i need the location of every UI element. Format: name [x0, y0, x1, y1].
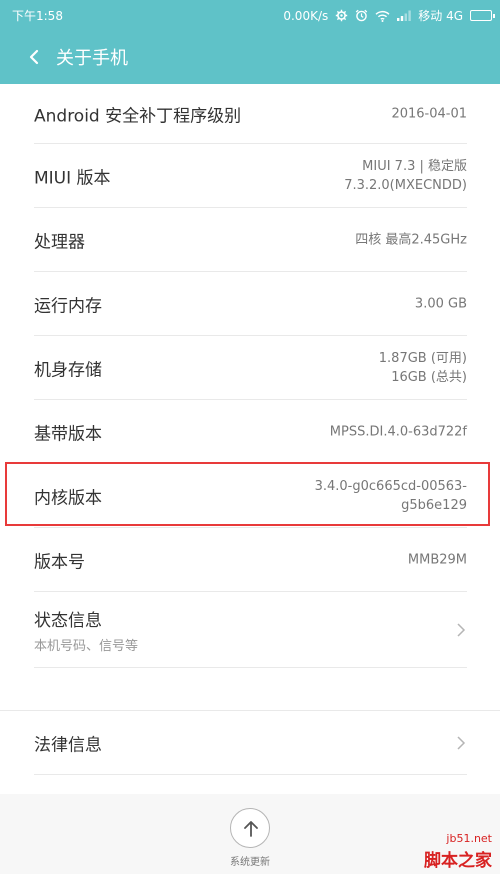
row-value: MIUI 7.3 | 稳定版 7.3.2.0(MXECNDD): [344, 157, 467, 195]
watermark-site: jb51.net: [446, 832, 492, 845]
row-label: 处理器: [34, 232, 85, 253]
row-value: MPSS.DI.4.0-63d722f: [330, 423, 467, 442]
row-legal-info[interactable]: 法律信息: [0, 711, 500, 775]
row-value-line: 1.87GB (可用): [378, 351, 467, 366]
watermark: jb51.net 脚本之家: [384, 832, 492, 871]
status-time: 下午1:58: [12, 9, 63, 23]
row-value: 四核 最高2.45GHz: [355, 231, 467, 250]
row-label: 法律信息: [34, 735, 102, 756]
row-ram: 运行内存 3.00 GB: [0, 272, 500, 336]
row-label: 版本号: [34, 552, 85, 573]
title-bar: 关于手机: [0, 30, 500, 84]
row-value-line: 四核 最高2.45GHz: [355, 232, 467, 248]
row-label: Android 安全补丁程序级别: [34, 106, 242, 127]
battery-icon: [470, 10, 495, 21]
row-processor: 处理器 四核 最高2.45GHz: [0, 208, 500, 272]
row-value-line: MMB29M: [407, 552, 467, 568]
row-baseband: 基带版本 MPSS.DI.4.0-63d722f: [0, 400, 500, 464]
gear-icon: [335, 9, 348, 22]
divider: [34, 774, 467, 775]
row-value: 3.00 GB: [415, 295, 467, 314]
row-value-line: 2016-04-01: [391, 106, 467, 122]
row-label-group: 状态信息 本机号码、信号等: [34, 606, 138, 654]
row-value: MMB29M: [408, 551, 467, 570]
row-miui-version: MIUI 版本 MIUI 7.3 | 稳定版 7.3.2.0(MXECNDD): [0, 144, 500, 208]
page-title: 关于手机: [56, 48, 128, 69]
row-security-patch: Android 安全补丁程序级别 2016-04-01: [0, 84, 500, 144]
system-update-button[interactable]: [230, 808, 270, 848]
signal-icon: [397, 10, 412, 21]
row-label: 运行内存: [34, 296, 102, 317]
row-storage: 机身存储 1.87GB (可用) 16GB (总共): [0, 336, 500, 400]
row-label: MIUI 版本: [34, 168, 111, 189]
chevron-right-icon: [457, 623, 466, 637]
status-bar: 下午1:58 0.00K/s 移动 4G: [0, 0, 500, 30]
row-value-line: 3.00 GB: [414, 296, 467, 312]
row-value-line: MIUI 7.3 | 稳定版: [362, 159, 467, 174]
watermark-name: 脚本之家: [424, 851, 492, 871]
status-indicators: 0.00K/s 移动 4G: [283, 7, 495, 24]
app-header: 下午1:58 0.00K/s 移动 4G 关于手机: [0, 0, 500, 84]
divider: [34, 667, 467, 668]
row-label: 机身存储: [34, 360, 102, 381]
about-phone-list: Android 安全补丁程序级别 2016-04-01 MIUI 版本 MIUI…: [0, 84, 500, 794]
row-sublabel: 本机号码、信号等: [34, 639, 139, 654]
row-value-line: 7.3.2.0(MXECNDD): [344, 178, 467, 193]
arrow-up-icon: [244, 821, 258, 837]
network-speed: 0.00K/s: [283, 8, 329, 23]
alarm-clock-icon: [355, 9, 368, 22]
row-label: 基带版本: [34, 424, 102, 445]
row-value: 2016-04-01: [391, 105, 467, 124]
back-button[interactable]: [20, 42, 50, 72]
row-label: 状态信息: [34, 611, 102, 631]
row-build-number[interactable]: 版本号 MMB29M: [0, 528, 500, 592]
row-value-line: 16GB (总共): [391, 370, 467, 385]
row-value-line: MPSS.DI.4.0-63d722f: [329, 424, 467, 440]
chevron-left-icon: [29, 49, 39, 65]
row-status-info[interactable]: 状态信息 本机号码、信号等: [0, 592, 500, 668]
chevron-right-icon: [457, 736, 466, 750]
wifi-icon: [375, 10, 390, 22]
highlight-box: [5, 462, 490, 526]
row-value: 1.87GB (可用) 16GB (总共): [379, 349, 467, 387]
carrier-label: 移动 4G: [418, 9, 463, 23]
